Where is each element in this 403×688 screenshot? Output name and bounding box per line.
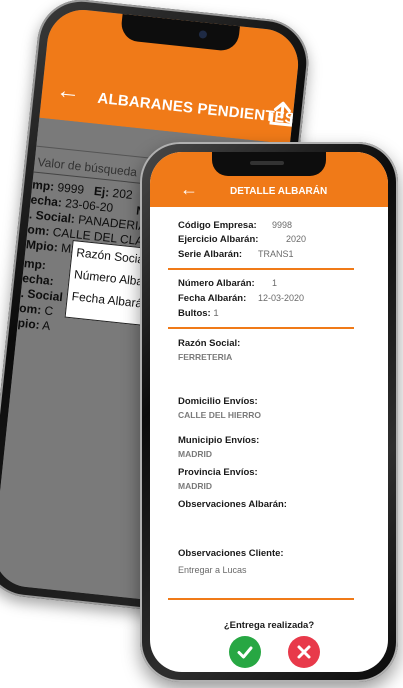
serie-label: Serie Albarán:: [178, 249, 243, 260]
separator: [168, 598, 354, 600]
row2-mpio: pio: A: [17, 315, 52, 334]
confirm-button[interactable]: [229, 636, 261, 668]
back-arrow-icon[interactable]: ←: [55, 77, 82, 106]
check-icon: [237, 646, 253, 659]
numero-label: Número Albarán:: [178, 278, 255, 289]
delivery-question: ¿Entrega realizada?: [223, 620, 315, 631]
provincia-label: Provincia Envíos:: [178, 467, 258, 478]
obs-cliente-value: Entregar a Lucas: [178, 565, 247, 575]
reject-button[interactable]: [288, 636, 320, 668]
domicilio-value: CALLE DEL HIERRO: [178, 410, 261, 420]
bultos-label: Bultos: 1: [178, 308, 219, 319]
speaker-icon: [250, 161, 284, 165]
municipio-value: MADRID: [178, 449, 212, 459]
fecha-label: Fecha Albarán:: [178, 293, 247, 304]
empresa-value: 9998: [272, 220, 293, 230]
obs-cliente-label: Observaciones Cliente:: [178, 548, 284, 559]
serie-value: TRANS1: [258, 249, 294, 259]
fecha-value: 12-03-2020: [258, 293, 305, 303]
obs-albaran-label: Observaciones Albarán:: [178, 499, 287, 510]
numero-value: 1: [272, 278, 278, 288]
provincia-value: MADRID: [178, 481, 212, 491]
empresa-label: Código Empresa:: [178, 220, 257, 231]
front-phone: ← DETALLE ALBARÁN Código Empresa: 9998 E…: [140, 142, 398, 682]
razon-label: Razón Social:: [178, 338, 241, 349]
municipio-label: Municipio Envíos:: [178, 435, 260, 446]
row2-emp: mp:: [23, 256, 47, 273]
separator: [168, 268, 354, 270]
menu-item-razon-social[interactable]: Razón Social: [76, 245, 148, 266]
front-phone-screen: ← DETALLE ALBARÁN Código Empresa: 9998 E…: [150, 152, 388, 672]
razon-value: FERRETERIA: [178, 352, 233, 362]
ejercicio-label: Ejercicio Albarán:: [178, 234, 259, 245]
menu-item-fecha-albaran[interactable]: Fecha Albarán: [71, 289, 149, 311]
domicilio-label: Domicilio Envíos:: [178, 396, 258, 407]
back-arrow-icon[interactable]: ←: [180, 179, 198, 199]
separator: [168, 327, 354, 329]
close-icon: [297, 645, 311, 659]
front-screen-title: DETALLE ALBARÁN: [230, 186, 328, 197]
ejercicio-value: 2020: [286, 234, 307, 244]
